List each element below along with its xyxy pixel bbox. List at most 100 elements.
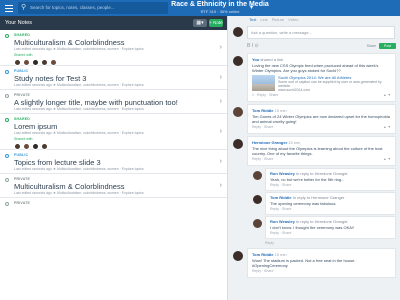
post-author[interactable]: Tom Riddle — [270, 195, 291, 200]
note-item[interactable]: SHARED Lorem ipsum Last edited seconds a… — [0, 114, 227, 150]
chevron-right-icon[interactable]: › — [220, 44, 222, 52]
compose-input[interactable]: Ask a question, write a message... — [247, 26, 395, 39]
bold-italic-icon[interactable]: B I ⊙ — [247, 43, 259, 49]
note-title[interactable]: Multiculturalism & Colorblindness — [14, 182, 213, 191]
feed-post: Hermione Granger 15 min The nice thing a… — [233, 136, 396, 166]
status-dot — [5, 34, 9, 38]
menu-icon[interactable] — [3, 2, 15, 14]
post-text: The nice thing about the Olympics is lea… — [252, 146, 383, 156]
top-bar: ⚲ Search for topics, notes, classes, peo… — [0, 0, 400, 16]
post-actions[interactable]: Reply · Share — [270, 207, 291, 212]
grid-view-icon[interactable]: ▦▾ — [193, 19, 207, 27]
share-dropdown[interactable]: Share — [367, 43, 376, 49]
post-author[interactable]: Tom Riddle — [252, 108, 273, 113]
avatar[interactable] — [253, 219, 262, 228]
course-title[interactable]: Race & Ethnicity in the Media — [160, 1, 280, 9]
avatar[interactable] — [253, 195, 262, 204]
post-actions[interactable]: Reply · Share — [252, 157, 273, 162]
avatar[interactable] — [233, 251, 243, 261]
note-item[interactable]: SHARED Multiculturalism & Colorblindness… — [0, 30, 227, 66]
search-placeholder: Search for topics, notes, classes, peopl… — [30, 5, 115, 10]
post-action: shared a link — [260, 57, 284, 62]
search-input[interactable]: ⚲ Search for topics, notes, classes, peo… — [18, 2, 168, 14]
shared-with-label: Shared with — [14, 137, 33, 141]
status-dot — [5, 94, 9, 98]
avatar[interactable] — [14, 59, 21, 66]
avatar[interactable] — [233, 107, 243, 117]
post-author[interactable]: You — [252, 57, 259, 62]
note-type: PRIVATE — [14, 201, 31, 205]
new-note-button[interactable]: + Note — [209, 19, 223, 27]
post-button[interactable]: Post — [379, 43, 396, 49]
note-title[interactable]: Multiculturalism & Colorblindness — [14, 38, 213, 47]
chevron-down-icon[interactable]: ▾ — [250, 4, 253, 11]
link-source[interactable]: www.sochi2014.com — [278, 88, 391, 92]
post-author[interactable]: Ron Weasley — [270, 219, 295, 224]
chevron-right-icon[interactable]: › — [220, 158, 222, 166]
tab-picture[interactable]: Picture — [272, 16, 284, 24]
chevron-right-icon[interactable]: › — [220, 182, 222, 190]
feed-post: Tom Riddle 15 min Tim Gunes of 24 Winter… — [233, 104, 396, 134]
link-preview[interactable]: Sochi Olympics 2014: We are All Athletes… — [252, 75, 391, 92]
post-text: Loving the new CSS Olympic feed when pro… — [252, 63, 379, 73]
vote-icon[interactable]: ▲ ▼ — [383, 93, 391, 98]
note-title[interactable]: A slightly longer title, maybe with punc… — [14, 98, 213, 107]
chevron-right-icon[interactable]: › — [220, 98, 222, 106]
tab-video[interactable]: Video — [288, 16, 298, 24]
note-item[interactable]: PRIVATE A slightly longer title, maybe w… — [0, 90, 227, 114]
avatar[interactable] — [253, 171, 262, 180]
shared-avatars — [14, 143, 213, 150]
status-dot — [5, 178, 9, 182]
post-actions[interactable]: Reply · Share — [270, 183, 291, 188]
note-item[interactable]: PUBLIC Study notes for Test 3 Last edite… — [0, 66, 227, 90]
avatar[interactable] — [14, 143, 21, 150]
chevron-right-icon[interactable]: › — [220, 74, 222, 82]
note-meta: Last edited seconds ago ★ Multiculturali… — [14, 107, 144, 111]
feed-post: You shared a link Loving the new CSS Oly… — [233, 53, 396, 102]
course-subtitle: RTF 319 · 36% online — [200, 9, 240, 14]
feed-panel: Text Link Picture Video Ask a question, … — [229, 16, 400, 300]
tab-text[interactable]: Text — [249, 16, 256, 24]
avatar[interactable] — [23, 59, 30, 66]
reply-link[interactable]: Reply — [265, 240, 400, 246]
chevron-right-icon[interactable]: › — [220, 128, 222, 136]
shared-avatars — [14, 59, 213, 66]
shared-with-label: Shared with — [14, 53, 33, 57]
post-author[interactable]: Ron Weasley — [270, 171, 295, 176]
post-actions[interactable]: Reply · Share — [252, 269, 273, 274]
note-title[interactable]: Lorem ipsum — [14, 122, 213, 131]
vote-icon[interactable]: ▲ ▼ — [383, 125, 391, 130]
avatar[interactable] — [41, 143, 48, 150]
avatar[interactable] — [41, 59, 48, 66]
reply-post: Ron Weasley In reply to Hermione Granger… — [253, 216, 396, 239]
post-actions[interactable]: Reply · Share — [270, 231, 291, 236]
note-title[interactable]: Study notes for Test 3 — [14, 74, 213, 83]
notes-panel: Your Notes ▦▾ + Note SHARED Multicultura… — [0, 16, 228, 300]
avatar[interactable] — [23, 143, 30, 150]
vote-icon[interactable]: ▲ ▼ — [383, 157, 391, 162]
avatar[interactable] — [32, 143, 39, 150]
note-meta: Last edited seconds ago ★ Multiculturali… — [14, 131, 144, 135]
note-item[interactable]: PRIVATE Multiculturalism & Colorblindnes… — [0, 174, 227, 198]
post-actions[interactable]: Reply · Share — [252, 125, 273, 130]
avatar[interactable] — [32, 59, 39, 66]
note-item[interactable]: PRIVATE — [0, 198, 227, 210]
post-time: 15 min — [288, 140, 301, 145]
avatar — [233, 27, 243, 37]
post-author[interactable]: Hermione Granger — [252, 140, 287, 145]
tab-link[interactable]: Link — [260, 16, 267, 24]
avatar[interactable] — [233, 139, 243, 149]
avatar[interactable] — [233, 56, 243, 66]
compose-tabs: Text Link Picture Video — [229, 16, 400, 24]
notes-heading: Your Notes — [5, 20, 33, 26]
post-actions[interactable]: 1 · Reply · Share — [252, 93, 278, 98]
post-time: 15 min — [274, 108, 287, 113]
avatar[interactable] — [50, 59, 57, 66]
note-meta: Last edited seconds ago ★ Multiculturali… — [14, 47, 144, 51]
in-reply-label: In reply to Hermione Granger — [295, 171, 348, 176]
note-title[interactable]: Topics from lecture slide 3 — [14, 158, 213, 167]
reply-post: Tom Riddle In reply to Hermione Granger … — [253, 192, 396, 215]
note-meta: Last edited seconds ago ★ Multiculturali… — [14, 83, 144, 87]
note-item[interactable]: PUBLIC Topics from lecture slide 3 Last … — [0, 150, 227, 174]
post-author[interactable]: Tom Riddle — [252, 252, 273, 257]
